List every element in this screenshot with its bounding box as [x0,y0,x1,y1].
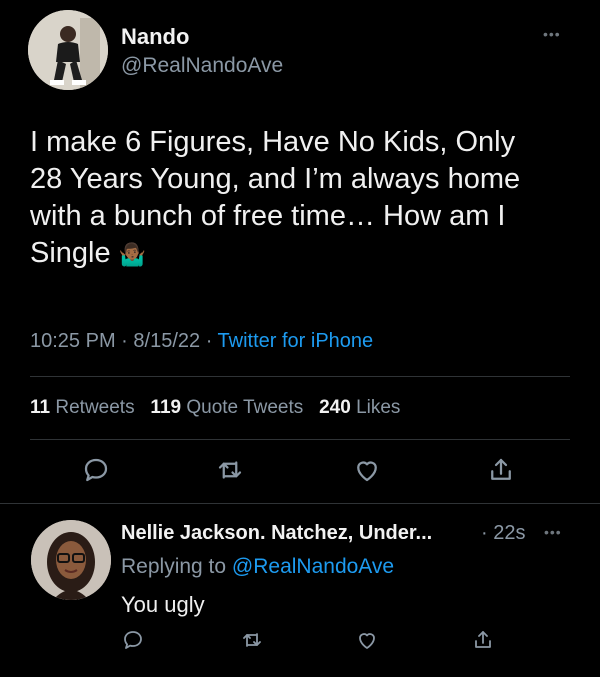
likes-count: 240 [319,397,351,418]
retweets-label: Retweets [55,397,135,418]
tweet-source-link[interactable]: Twitter for iPhone [218,330,374,352]
tweet-text-line: 28 Years Young, and I’m always home [30,163,521,195]
replying-to: Replying to @RealNandoAve [121,555,394,579]
separator-dot: · [121,330,134,352]
shrug-emoji-icon: 🤷🏾‍♂️ [118,242,147,267]
likes-stat[interactable]: 240 Likes [319,397,400,418]
retweet-icon[interactable] [215,455,245,485]
quote-tweets-label: Quote Tweets [186,397,304,418]
reply-text: You ugly [121,592,205,617]
reply-time-row: · 22s [481,522,525,545]
reply-author-avatar[interactable] [31,520,111,600]
replying-handle-link[interactable]: @RealNandoAve [232,555,394,578]
tweet-text-last: Single [30,237,111,269]
quote-tweets-count: 119 [150,397,182,418]
separator-dot: · [481,522,494,544]
retweets-stat[interactable]: 11 Retweets [30,397,135,418]
like-icon[interactable] [355,628,379,652]
author-name[interactable]: Nando [121,24,189,50]
reply-author-name[interactable]: Nellie Jackson. Natchez, Under... [121,522,432,545]
divider [0,503,600,504]
divider [30,439,570,440]
tweet-text: I make 6 Figures, Have No Kids, Only 28 … [30,124,570,273]
like-icon[interactable] [352,455,382,485]
tweet-text-line: with a bunch of free time… How am I [30,200,506,232]
tweet-time[interactable]: 10:25 PM [30,330,116,352]
reply-icon[interactable] [121,628,145,652]
divider [30,376,570,377]
author-avatar[interactable] [28,10,108,90]
author-handle[interactable]: @RealNandoAve [121,54,283,78]
likes-label: Likes [356,397,401,418]
tweet-date[interactable]: 8/15/22 [133,330,200,352]
tweet-meta: 10:25 PM · 8/15/22 · Twitter for iPhone [30,330,373,353]
tweet-text-line: I make 6 Figures, Have No Kids, Only [30,126,516,158]
share-icon[interactable] [486,455,516,485]
share-icon[interactable] [471,628,495,652]
tweet-stats: 11 Retweets 119 Quote Tweets 240 Likes [30,397,400,419]
avatar-photo-icon [28,10,108,90]
reply-icon[interactable] [81,455,111,485]
replying-label: Replying to [121,555,227,578]
tweet-text-line: Single 🤷🏾‍♂️ [30,235,570,273]
retweets-count: 11 [30,397,51,418]
reply-time[interactable]: 22s [493,522,525,544]
quote-tweets-stat[interactable]: 119 Quote Tweets [150,397,303,418]
retweet-icon[interactable] [240,628,264,652]
main-tweet: Nando @RealNandoAve ••• I make 6 Figures… [0,0,600,503]
separator-dot: · [205,330,218,352]
avatar-photo-icon [31,520,111,600]
more-icon[interactable]: ••• [544,524,562,540]
more-icon[interactable]: ••• [543,26,561,42]
